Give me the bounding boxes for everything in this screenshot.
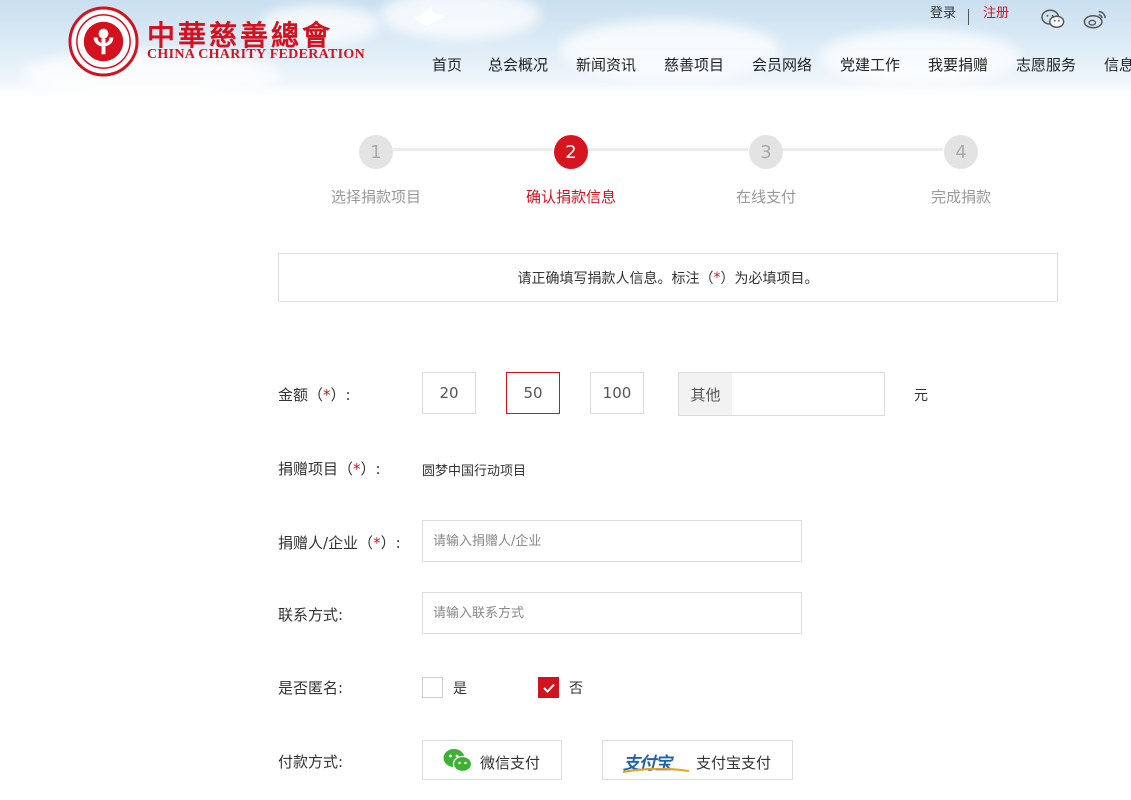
step-3-label: 在线支付 bbox=[735, 188, 796, 206]
nav-item-info[interactable]: 信息 bbox=[1104, 54, 1131, 75]
step-connector bbox=[393, 148, 553, 151]
register-link[interactable]: 注册 bbox=[983, 2, 1009, 21]
amount-option-100[interactable]: 100 bbox=[590, 372, 644, 414]
main-nav: 首页 总会概况 新闻资讯 慈善项目 会员网络 党建工作 我要捐赠 志愿服务 信息 bbox=[0, 54, 1131, 78]
weibo-icon[interactable] bbox=[1083, 8, 1107, 30]
contact-label: 联系方式: bbox=[278, 606, 344, 624]
nav-item-news[interactable]: 新闻资讯 bbox=[576, 54, 636, 75]
notice-text: ）为必填项目。 bbox=[720, 270, 819, 287]
nav-item-home[interactable]: 首页 bbox=[432, 54, 462, 75]
anonymous-no-label[interactable]: 否 bbox=[569, 678, 583, 698]
sky-cloud bbox=[380, 0, 540, 40]
amount-option-50[interactable]: 50 bbox=[506, 372, 560, 414]
notice-text: 请正确填写捐款人信息。标注（ bbox=[517, 270, 714, 287]
label-text: 捐赠人/企业（ bbox=[278, 534, 374, 552]
alipay-label: 支付宝支付 bbox=[696, 754, 772, 772]
step-connector bbox=[588, 148, 748, 151]
wechat-pay-icon bbox=[443, 749, 473, 773]
site-header: 中華慈善總會 CHINA CHARITY FEDERATION 登录 注册 首页… bbox=[0, 0, 1131, 98]
required-star: * bbox=[373, 534, 381, 552]
amount-option-20[interactable]: 20 bbox=[422, 372, 476, 414]
label-text: 捐赠项目（ bbox=[278, 460, 354, 478]
amount-other-input[interactable] bbox=[732, 373, 884, 415]
required-star: * bbox=[713, 269, 721, 286]
anonymous-no-checkbox[interactable] bbox=[538, 677, 559, 698]
label-text: ）: bbox=[360, 460, 381, 478]
nav-item-volunteer[interactable]: 志愿服务 bbox=[1016, 54, 1076, 75]
alipay-button[interactable]: 支付宝 支付宝支付 bbox=[602, 740, 793, 780]
project-value: 圆梦中国行动项目 bbox=[422, 464, 527, 479]
step-2-label: 确认捐款信息 bbox=[525, 188, 616, 206]
step-1-label: 选择捐款项目 bbox=[330, 188, 421, 206]
amount-unit: 元 bbox=[914, 388, 928, 404]
step-4-label: 完成捐款 bbox=[930, 188, 991, 206]
amount-other-field: 其他 bbox=[678, 372, 885, 416]
required-star: * bbox=[353, 460, 361, 478]
amount-other-label: 其他 bbox=[679, 373, 732, 415]
nav-item-donate[interactable]: 我要捐赠 bbox=[928, 54, 988, 75]
label-text: ）: bbox=[380, 534, 401, 552]
project-label: 捐赠项目（*）: bbox=[278, 458, 381, 479]
nav-item-party[interactable]: 党建工作 bbox=[840, 54, 900, 75]
step-3-circle: 3 bbox=[749, 135, 783, 169]
header-fade bbox=[0, 82, 1131, 98]
label-text: ）: bbox=[330, 386, 351, 404]
label-text: 金额（ bbox=[278, 386, 324, 404]
top-link-separator bbox=[968, 9, 969, 25]
amount-label: 金额（*）: bbox=[278, 384, 351, 405]
checkmark-icon bbox=[542, 683, 555, 693]
step-2-circle: 2 bbox=[554, 135, 588, 169]
wechat-pay-button[interactable]: 微信支付 bbox=[422, 740, 562, 780]
contact-input[interactable] bbox=[422, 592, 802, 634]
required-fields-notice: 请正确填写捐款人信息。标注（ * ）为必填项目。 bbox=[278, 253, 1058, 302]
step-4-circle: 4 bbox=[944, 135, 978, 169]
wechat-icon[interactable] bbox=[1041, 8, 1065, 30]
nav-item-members[interactable]: 会员网络 bbox=[752, 54, 812, 75]
payment-label: 付款方式: bbox=[278, 753, 344, 771]
nav-item-overview[interactable]: 总会概况 bbox=[488, 54, 548, 75]
wechat-pay-label: 微信支付 bbox=[480, 754, 541, 772]
required-star: * bbox=[323, 386, 331, 404]
anonymous-yes-checkbox[interactable] bbox=[422, 677, 443, 698]
nav-item-projects[interactable]: 慈善项目 bbox=[664, 54, 724, 75]
step-connector bbox=[783, 148, 943, 151]
step-1-circle: 1 bbox=[359, 135, 393, 169]
login-link[interactable]: 登录 bbox=[930, 2, 956, 21]
donor-label: 捐赠人/企业（*）: bbox=[278, 532, 401, 553]
alipay-swoosh-icon bbox=[623, 768, 689, 773]
donor-input[interactable] bbox=[422, 520, 802, 562]
dove-icon bbox=[414, 6, 446, 25]
anonymous-label: 是否匿名: bbox=[278, 679, 344, 697]
anonymous-yes-label[interactable]: 是 bbox=[453, 678, 467, 698]
